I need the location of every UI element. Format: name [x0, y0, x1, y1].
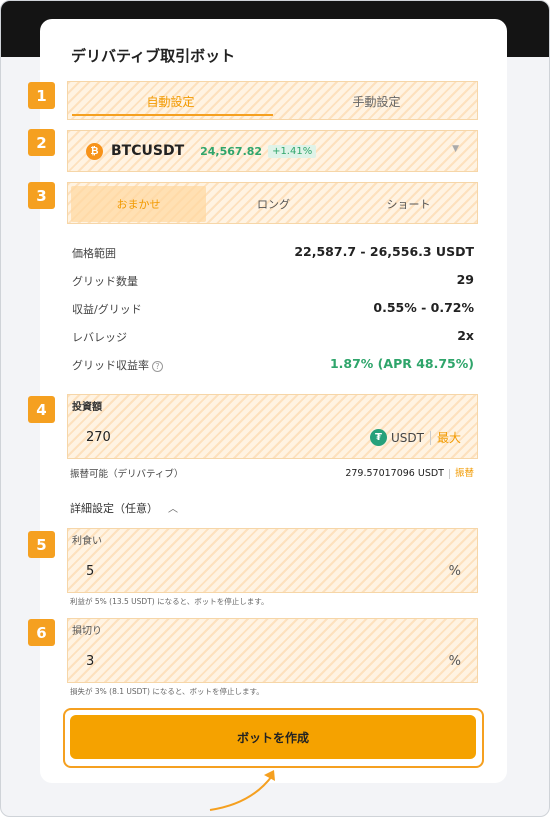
divider: [448, 468, 450, 479]
price-range-value: 22,587.7 - 26,556.3 USDT: [294, 244, 474, 259]
tether-icon: ₮: [370, 429, 387, 446]
stop-loss-input[interactable]: 3: [86, 654, 94, 669]
take-profit-note: 利益が 5% (13.5 USDT) になると、ボットを停止します。: [70, 597, 269, 606]
bitcoin-icon: ₿: [86, 142, 103, 160]
page-title: デリバティブ取引ボット: [71, 47, 236, 65]
tab-manual-setting[interactable]: 手動設定: [274, 82, 479, 121]
create-bot-button[interactable]: ボットを作成: [70, 715, 476, 759]
investment-input[interactable]: 270: [86, 430, 111, 445]
take-profit-unit: %: [448, 564, 461, 579]
chevron-down-icon[interactable]: ▼: [452, 144, 459, 154]
step-badge-3: 3: [28, 182, 55, 209]
step-badge-1: 1: [28, 82, 55, 109]
grid-yield-label: グリッド収益率: [72, 359, 149, 372]
transfer-link[interactable]: 振替: [455, 468, 474, 479]
step-badge-6: 6: [28, 619, 55, 646]
mode-tabs: 自動設定 手動設定: [67, 81, 478, 120]
chevron-up-icon: ︿: [168, 504, 178, 515]
pair-selector[interactable]: ₿ BTCUSDT 24,567.82 +1.41% ▼: [67, 130, 478, 172]
pair-name: BTCUSDT: [111, 143, 185, 159]
leverage-label: レバレッジ: [72, 331, 127, 344]
profit-per-grid-label: 収益/グリッド: [72, 303, 142, 316]
help-icon[interactable]: ?: [152, 360, 163, 372]
grid-yield-row: グリッド収益率?: [72, 357, 163, 373]
stop-loss-label: 損切り: [72, 626, 102, 637]
step-badge-2: 2: [28, 129, 55, 156]
investment-currency-group: ₮ USDT 最大: [370, 427, 461, 446]
available-label: 振替可能（デリバティブ）: [70, 469, 184, 480]
max-button[interactable]: 最大: [437, 431, 461, 445]
pointer-arrow-icon: [209, 770, 275, 811]
strategy-tabs: おまかせ ロング ショート: [67, 182, 478, 224]
investment-currency: USDT: [391, 430, 424, 445]
stop-loss-field[interactable]: 損切り 3 %: [67, 618, 478, 683]
available-value: 279.57017096 USDT: [345, 468, 444, 479]
take-profit-field[interactable]: 利食い 5 %: [67, 528, 478, 593]
investment-field[interactable]: 投資額 270 ₮ USDT 最大: [67, 394, 478, 459]
grid-count-value: 29: [456, 272, 474, 287]
step-badge-4: 4: [28, 396, 55, 423]
tab-auto-strategy[interactable]: おまかせ: [71, 186, 206, 222]
pair-price: 24,567.82: [200, 144, 263, 158]
step-badge-5: 5: [28, 531, 55, 558]
active-tab-underline: [72, 114, 273, 116]
grid-yield-value: 1.87% (APR 48.75%): [329, 356, 474, 371]
profit-per-grid-value: 0.55% - 0.72%: [373, 300, 474, 315]
screenshot-frame: デリバティブ取引ボット 1 自動設定 手動設定 2 ₿ BTCUSDT 24,5…: [0, 0, 550, 817]
tab-long[interactable]: ロング: [206, 186, 341, 222]
pair-change-badge: +1.41%: [268, 144, 317, 158]
divider: [429, 430, 431, 445]
stop-loss-unit: %: [448, 654, 461, 669]
advanced-settings-toggle[interactable]: 詳細設定（任意） ︿: [70, 500, 178, 516]
investment-label: 投資額: [72, 402, 102, 413]
take-profit-input[interactable]: 5: [86, 564, 94, 579]
tab-short[interactable]: ショート: [341, 186, 476, 222]
advanced-settings-label: 詳細設定（任意）: [70, 502, 158, 515]
leverage-value: 2x: [457, 328, 474, 343]
price-range-label: 価格範囲: [72, 247, 116, 260]
stop-loss-note: 損失が 3% (8.1 USDT) になると、ボットを停止します。: [70, 687, 264, 696]
grid-count-label: グリッド数量: [72, 275, 138, 288]
available-row: 279.57017096 USDT 振替: [345, 465, 474, 479]
take-profit-label: 利食い: [72, 536, 102, 547]
